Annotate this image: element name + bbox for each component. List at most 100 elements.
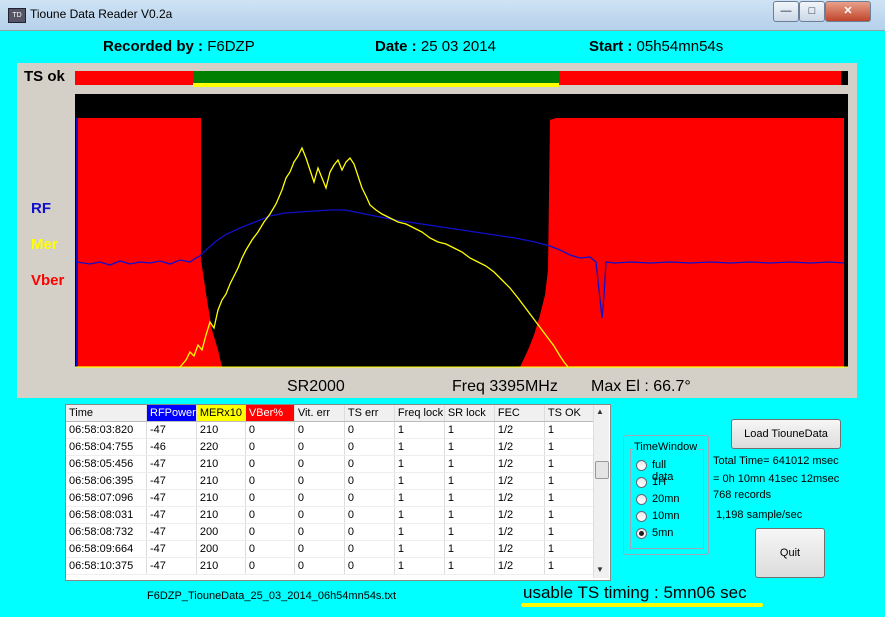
table-cell[interactable]: 1 (394, 421, 445, 439)
table-cell[interactable]: 1 (544, 557, 595, 575)
col-header[interactable]: FEC (494, 405, 545, 422)
table-row[interactable]: 06:58:09:664 -47 200 0 0 0 1 1 1/2 1 (66, 540, 595, 558)
table-cell[interactable]: 200 (196, 540, 246, 558)
table-cell[interactable]: 0 (344, 421, 395, 439)
table-cell[interactable]: -47 (146, 506, 197, 524)
col-header[interactable]: RFPower (146, 405, 197, 422)
col-header[interactable]: Freq lock (394, 405, 445, 422)
radio-icon[interactable] (636, 511, 647, 522)
radio-icon[interactable] (636, 528, 647, 539)
table-cell[interactable]: 0 (245, 455, 295, 473)
table-cell[interactable]: 06:58:08:031 (66, 506, 147, 524)
table-cell[interactable]: 06:58:06:395 (66, 472, 147, 490)
table-cell[interactable]: 0 (245, 540, 295, 558)
table-cell[interactable]: 210 (196, 489, 246, 507)
table-cell[interactable]: 1 (544, 438, 595, 456)
table-cell[interactable]: 1 (544, 540, 595, 558)
data-grid[interactable]: Time RFPower MERx10 VBer% Vit. err TS er… (65, 404, 611, 581)
table-cell[interactable]: 1/2 (494, 472, 545, 490)
table-cell[interactable]: 0 (294, 540, 345, 558)
table-row[interactable]: 06:58:05:456 -47 210 0 0 0 1 1 1/2 1 (66, 455, 595, 473)
table-cell[interactable]: 1 (394, 489, 445, 507)
table-cell[interactable]: 1 (394, 506, 445, 524)
table-cell[interactable]: 1 (544, 506, 595, 524)
table-cell[interactable]: 1 (394, 523, 445, 541)
table-cell[interactable]: 210 (196, 557, 246, 575)
table-row[interactable]: 06:58:10:375 -47 210 0 0 0 1 1 1/2 1 (66, 557, 595, 575)
table-cell[interactable]: 1 (444, 540, 495, 558)
table-cell[interactable]: 0 (344, 557, 395, 575)
radio-icon[interactable] (636, 494, 647, 505)
table-row[interactable]: 06:58:06:395 -47 210 0 0 0 1 1 1/2 1 (66, 472, 595, 490)
table-cell[interactable]: 1 (544, 489, 595, 507)
table-cell[interactable]: 0 (294, 438, 345, 456)
scroll-thumb[interactable] (595, 461, 609, 479)
col-header[interactable]: VBer% (245, 405, 295, 422)
table-cell[interactable]: 06:58:09:664 (66, 540, 147, 558)
table-cell[interactable]: 06:58:08:732 (66, 523, 147, 541)
table-cell[interactable]: 0 (344, 540, 395, 558)
table-cell[interactable]: 06:58:04:755 (66, 438, 147, 456)
table-cell[interactable]: 1/2 (494, 421, 545, 439)
table-cell[interactable]: 1 (444, 523, 495, 541)
table-cell[interactable]: 1 (544, 455, 595, 473)
table-cell[interactable]: 0 (294, 489, 345, 507)
table-cell[interactable]: 0 (245, 438, 295, 456)
table-cell[interactable]: -47 (146, 455, 197, 473)
table-row[interactable]: 06:58:04:755 -46 220 0 0 0 1 1 1/2 1 (66, 438, 595, 456)
table-cell[interactable]: 0 (245, 472, 295, 490)
table-cell[interactable]: 06:58:10:375 (66, 557, 147, 575)
col-header[interactable]: SR lock (444, 405, 495, 422)
radio-icon[interactable] (636, 477, 647, 488)
table-cell[interactable]: 0 (344, 506, 395, 524)
table-cell[interactable]: 1 (394, 455, 445, 473)
table-cell[interactable]: 1 (544, 523, 595, 541)
table-cell[interactable]: 1/2 (494, 455, 545, 473)
table-cell[interactable]: 1/2 (494, 523, 545, 541)
col-header[interactable]: Time (66, 405, 147, 422)
table-cell[interactable]: 1 (544, 421, 595, 439)
table-cell[interactable]: -46 (146, 438, 197, 456)
table-cell[interactable]: 0 (294, 421, 345, 439)
table-cell[interactable]: -47 (146, 523, 197, 541)
table-cell[interactable]: 210 (196, 421, 246, 439)
table-cell[interactable]: 1 (444, 472, 495, 490)
table-cell[interactable]: 210 (196, 472, 246, 490)
table-cell[interactable]: 0 (344, 523, 395, 541)
table-cell[interactable]: 1/2 (494, 489, 545, 507)
table-cell[interactable]: 1 (544, 472, 595, 490)
table-cell[interactable]: 1 (444, 489, 495, 507)
table-cell[interactable]: 220 (196, 438, 246, 456)
table-cell[interactable]: 1 (394, 557, 445, 575)
radio-icon[interactable] (636, 460, 647, 471)
table-cell[interactable]: 0 (294, 472, 345, 490)
table-cell[interactable]: 1 (394, 540, 445, 558)
table-cell[interactable]: -47 (146, 540, 197, 558)
table-cell[interactable]: 0 (245, 421, 295, 439)
table-cell[interactable]: 0 (344, 472, 395, 490)
table-cell[interactable]: 1/2 (494, 506, 545, 524)
table-cell[interactable]: 0 (344, 455, 395, 473)
table-row[interactable]: 06:58:03:820 -47 210 0 0 0 1 1 1/2 1 (66, 421, 595, 439)
table-cell[interactable]: 0 (344, 489, 395, 507)
table-row[interactable]: 06:58:08:732 -47 200 0 0 0 1 1 1/2 1 (66, 523, 595, 541)
table-cell[interactable]: 1 (444, 438, 495, 456)
table-cell[interactable]: 0 (294, 557, 345, 575)
col-header[interactable]: TS err (344, 405, 395, 422)
table-cell[interactable]: -47 (146, 421, 197, 439)
table-cell[interactable]: 1 (444, 506, 495, 524)
scroll-down-icon[interactable]: ▼ (596, 565, 604, 574)
table-cell[interactable]: 0 (245, 489, 295, 507)
table-cell[interactable]: 1/2 (494, 540, 545, 558)
table-cell[interactable]: 0 (245, 557, 295, 575)
table-cell[interactable]: -47 (146, 489, 197, 507)
table-cell[interactable]: -47 (146, 557, 197, 575)
table-cell[interactable]: 0 (245, 523, 295, 541)
table-cell[interactable]: 210 (196, 455, 246, 473)
table-cell[interactable]: 1/2 (494, 438, 545, 456)
table-cell[interactable]: 0 (245, 506, 295, 524)
scroll-up-icon[interactable]: ▲ (596, 407, 604, 416)
table-cell[interactable]: 200 (196, 523, 246, 541)
load-tiounedata-button[interactable]: Load TiouneData (731, 419, 841, 449)
table-cell[interactable]: 210 (196, 506, 246, 524)
